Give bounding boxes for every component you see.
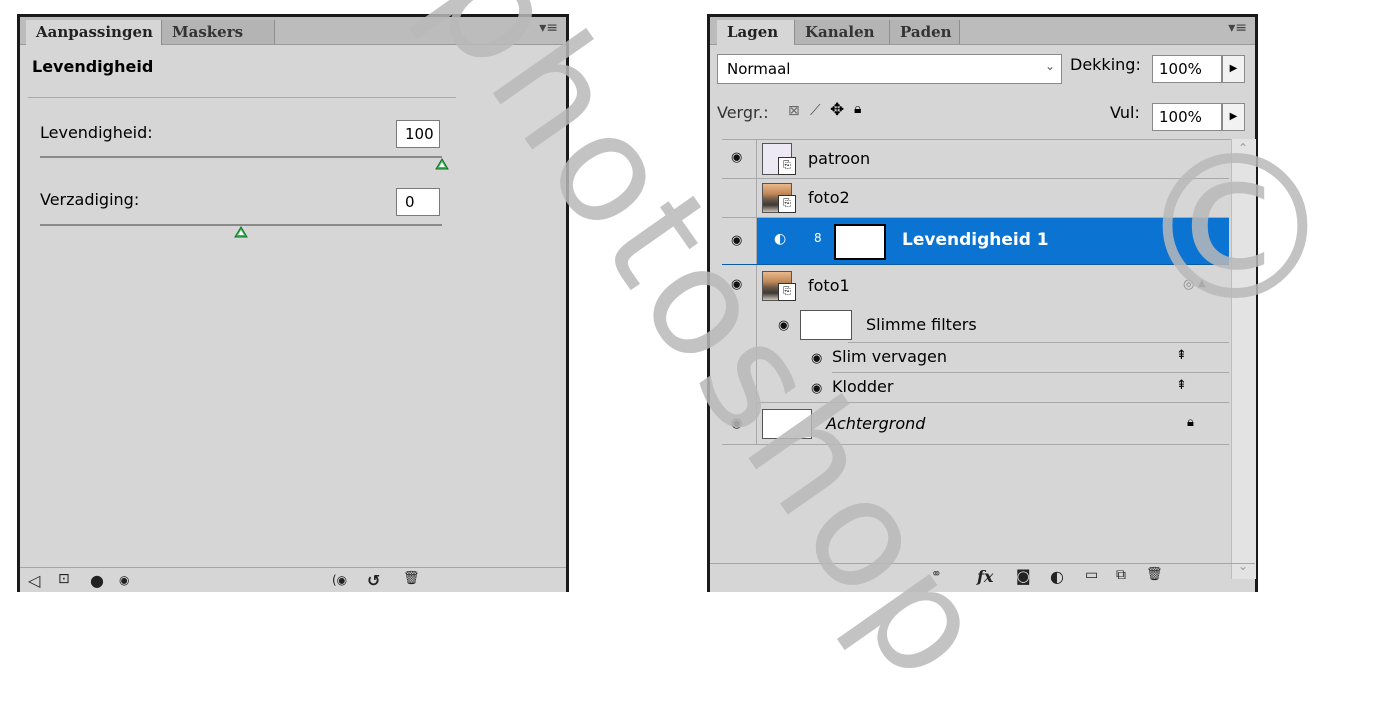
opacity-input[interactable]: 100% <box>1152 55 1222 83</box>
layer-row-klodder[interactable]: ◉ Klodder ⇞ <box>756 373 1229 403</box>
new-layer-icon[interactable]: ⧉ <box>1116 567 1126 583</box>
layer-name: Klodder <box>832 377 894 396</box>
eye-icon[interactable]: ◉ <box>811 351 822 366</box>
visibility-toggle[interactable] <box>722 179 757 217</box>
layer-name: foto1 <box>808 276 850 295</box>
fill-input[interactable]: 100% <box>1152 103 1222 131</box>
visibility-toggle[interactable]: ◉ <box>722 139 757 178</box>
eye-icon: ◉ <box>731 416 743 431</box>
chevron-down-icon: ⌄ <box>1044 59 1055 73</box>
lock-icon: 🔒︎ <box>1187 415 1194 430</box>
saturation-label: Verzadiging: <box>40 190 140 209</box>
layers-bottom-bar: ⚭ fx ◙ ◐ ▭ ⧉ 🗑︎ <box>710 563 1255 592</box>
filter-mask-thumbnail[interactable] <box>800 310 852 340</box>
layer-thumbnail <box>762 409 812 439</box>
lock-label: Vergr.: <box>717 103 769 122</box>
smart-object-icon: ⎘ <box>778 283 796 301</box>
eye-icon: ◉ <box>731 150 743 165</box>
fill-value: 100% <box>1159 108 1202 126</box>
visibility-toggle[interactable]: ◉ <box>722 265 757 400</box>
tab-kanalen[interactable]: Kanalen <box>795 20 890 44</box>
opacity-value: 100% <box>1159 60 1202 78</box>
tab-aanpassingen[interactable]: Aanpassingen <box>26 20 162 45</box>
layers-tabbar: Lagen Kanalen Paden ▾≡ <box>710 17 1255 45</box>
vibrance-slider-track[interactable] <box>40 156 442 158</box>
trash-icon[interactable]: 🗑︎ <box>403 571 420 586</box>
view-previous-state-icon[interactable]: (◉ <box>332 573 347 587</box>
tab-paden[interactable]: Paden <box>890 20 960 44</box>
smart-object-icon: ⎘ <box>778 195 796 213</box>
eye-icon: ◉ <box>731 277 743 292</box>
divider <box>28 97 456 98</box>
lock-brush-icon[interactable]: ⟋ <box>810 101 821 119</box>
layer-row-foto1[interactable]: ◉ ⎘ foto1 ◎ ▲ <box>722 265 1229 400</box>
layer-name: Levendigheid 1 <box>902 230 1049 250</box>
layer-mask-thumbnail[interactable] <box>834 224 886 260</box>
filter-blend-options-icon[interactable]: ⇞ <box>1176 348 1187 363</box>
fill-arrow-button[interactable]: ▶ <box>1222 103 1245 131</box>
eye-icon: ◉ <box>731 233 743 248</box>
visibility-toggle[interactable]: ◉ <box>722 218 757 264</box>
visibility-eye-icon[interactable]: ◉ <box>119 573 129 587</box>
group-folder-icon[interactable]: ▭ <box>1085 567 1098 583</box>
layer-name: Achtergrond <box>826 414 926 433</box>
layer-row-patroon[interactable]: ◉ ⎘ patroon <box>722 139 1229 179</box>
lock-move-icon[interactable]: ✥ <box>830 100 844 120</box>
adjustment-title: Levendigheid <box>32 57 154 76</box>
opacity-label: Dekking: <box>1070 55 1141 74</box>
tab-lagen[interactable]: Lagen <box>717 20 795 45</box>
expand-view-icon[interactable]: ⊡ <box>58 571 70 587</box>
trash-icon[interactable]: 🗑︎ <box>1146 567 1163 582</box>
opacity-arrow-button[interactable]: ▶ <box>1222 55 1245 83</box>
layer-name: foto2 <box>808 188 850 207</box>
adjustments-bottom-bar: ◁ ⊡ ● ◉ (◉ ↺ 🗑︎ <box>20 567 566 592</box>
adjustments-panel: Aanpassingen Maskers ▾≡ Levendigheid Lev… <box>17 14 569 592</box>
eye-icon[interactable]: ◉ <box>778 318 789 333</box>
layer-row-levendigheid-1[interactable]: ◉ ◐ 8 Levendigheid 1 <box>722 218 1229 265</box>
layer-row-slimme-filters[interactable]: ◉ Slimme filters <box>756 307 1229 343</box>
panel-menu-icon[interactable]: ▾≡ <box>1228 20 1247 36</box>
back-arrow-icon[interactable]: ◁ <box>28 571 40 590</box>
visibility-toggle[interactable]: ◉ <box>722 403 757 444</box>
collapse-arrow-icon[interactable]: ▲ <box>1198 278 1206 289</box>
smart-filter-icon: ◎ <box>1183 277 1195 292</box>
scroll-up-icon[interactable]: ⌃ <box>1238 141 1248 155</box>
reset-icon[interactable]: ↺ <box>367 571 380 590</box>
layers-panel: Lagen Kanalen Paden ▾≡ Normaal ⌄ Dekking… <box>707 14 1258 592</box>
layer-row-slim-vervagen[interactable]: ◉ Slim vervagen ⇞ <box>756 343 1229 373</box>
blend-mode-value: Normaal <box>727 60 791 78</box>
filter-blend-options-icon[interactable]: ⇞ <box>1176 378 1187 393</box>
vibrance-input[interactable]: 100 <box>396 120 440 148</box>
layer-row-achtergrond[interactable]: ◉ Achtergrond 🔒︎ <box>722 403 1229 445</box>
add-mask-icon[interactable]: ◙ <box>1016 567 1031 585</box>
layer-row-foto2[interactable]: ⎘ foto2 <box>722 179 1229 218</box>
panel-menu-icon[interactable]: ▾≡ <box>539 20 558 36</box>
smart-object-icon: ⎘ <box>778 157 796 175</box>
vibrance-label: Levendigheid: <box>40 123 153 142</box>
layer-name: patroon <box>808 149 871 168</box>
adjustment-layer-icon[interactable]: ◐ <box>1050 567 1064 586</box>
fill-label: Vul: <box>1110 103 1140 122</box>
layer-name: Slim vervagen <box>832 347 948 366</box>
fx-icon[interactable]: fx <box>977 567 993 586</box>
saturation-input[interactable]: 0 <box>396 188 440 216</box>
adjustment-layer-icon: ◐ <box>774 231 787 247</box>
layer-name: Slimme filters <box>866 315 977 334</box>
link-chain-icon[interactable]: 8 <box>814 231 822 245</box>
clip-to-layer-icon[interactable]: ● <box>90 571 104 590</box>
blend-mode-select[interactable]: Normaal ⌄ <box>717 54 1062 84</box>
lock-all-icon[interactable]: 🔒︎ <box>854 101 861 117</box>
eye-icon[interactable]: ◉ <box>811 381 822 396</box>
layers-scrollbar[interactable]: ⌃ ⌄ <box>1231 139 1256 579</box>
adjustments-tabbar: Aanpassingen Maskers ▾≡ <box>20 17 566 45</box>
lock-transparent-icon[interactable]: ⊠ <box>788 103 800 119</box>
tab-maskers[interactable]: Maskers <box>162 20 275 44</box>
link-icon[interactable]: ⚭ <box>931 567 942 582</box>
